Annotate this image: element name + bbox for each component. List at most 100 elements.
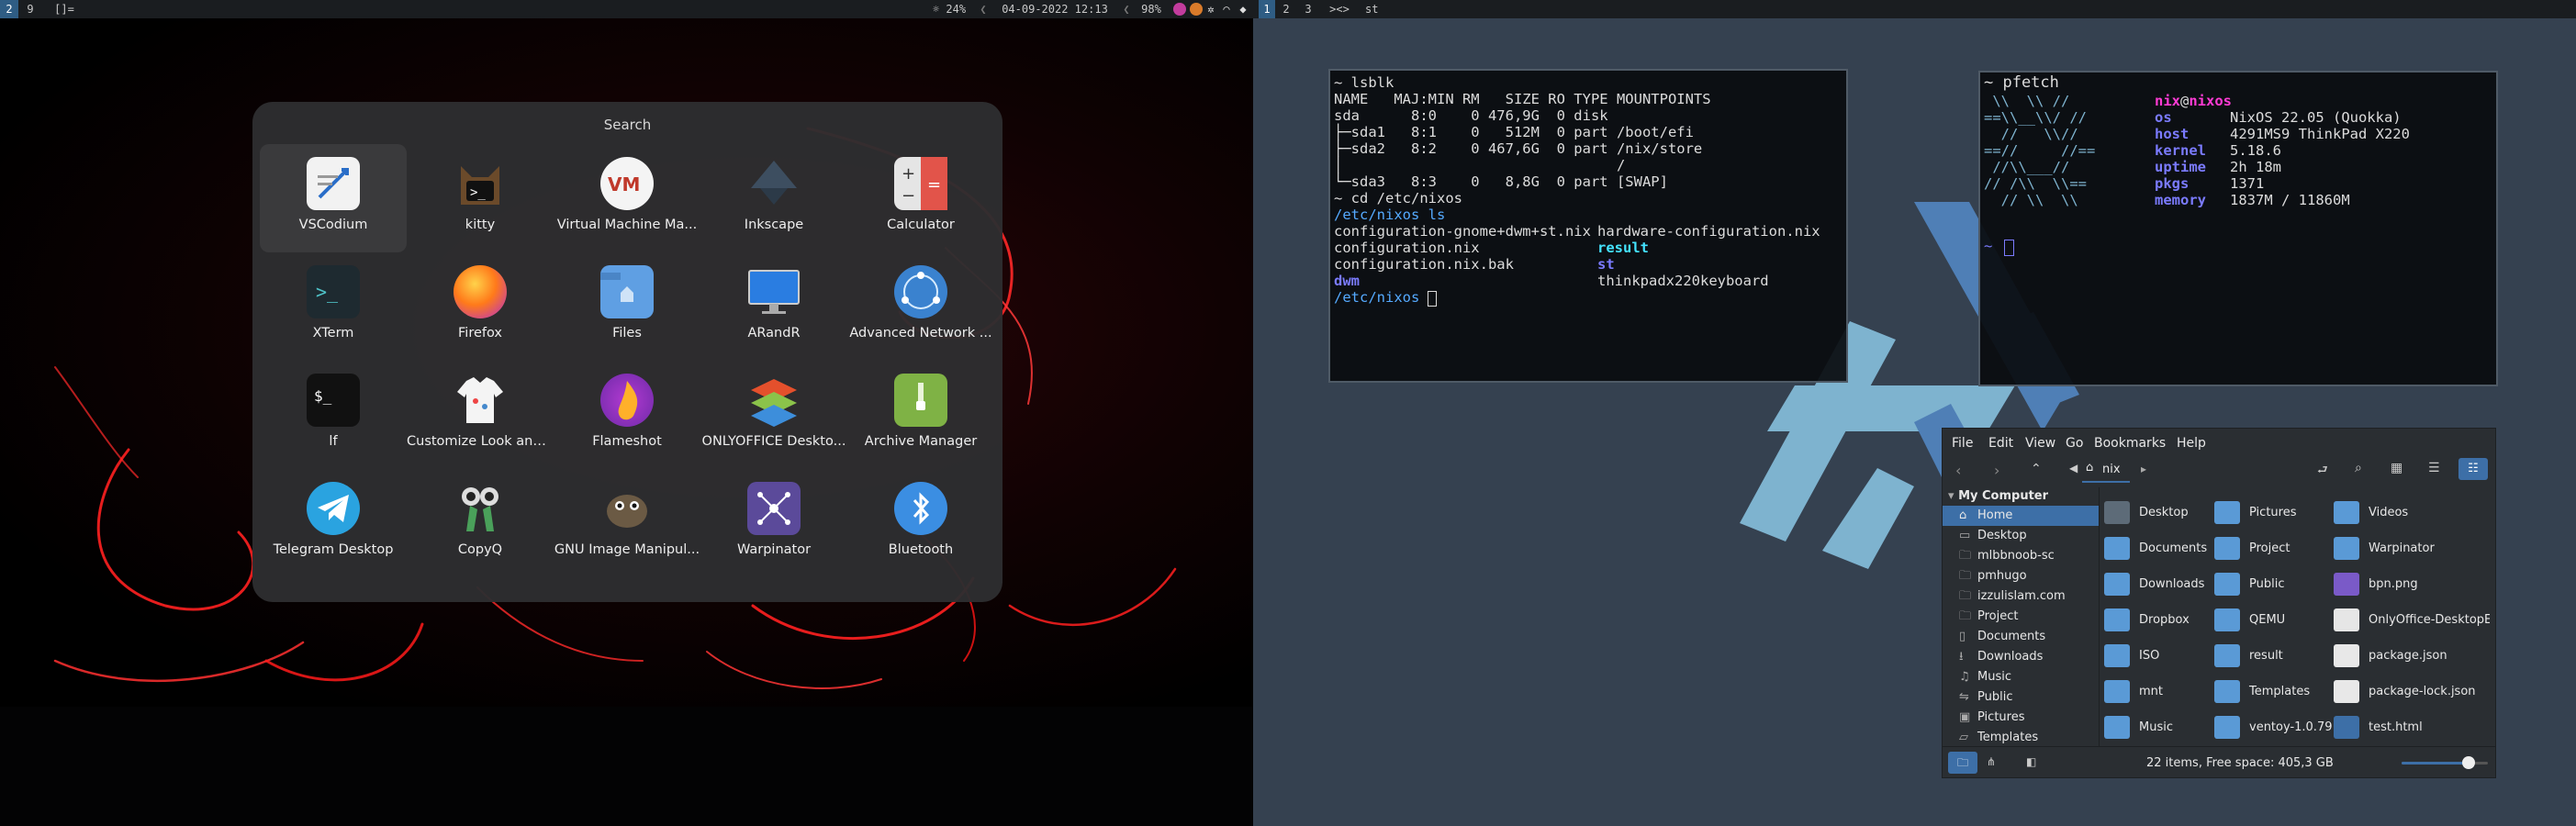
file-item[interactable]: Music: [2104, 711, 2214, 744]
app-lf[interactable]: $_ lf: [260, 361, 407, 469]
file-item[interactable]: QEMU: [2214, 604, 2334, 637]
file-item[interactable]: Dropbox: [2104, 604, 2214, 637]
forward-icon[interactable]: ›: [1994, 462, 1999, 479]
path-right-icon[interactable]: ▸: [2141, 463, 2146, 475]
app-vscodium[interactable]: VSCodium: [260, 144, 407, 252]
icon-view-icon[interactable]: ▦: [2391, 461, 2402, 475]
layout-indicator[interactable]: []=: [51, 0, 77, 18]
sidebar-item-mlbbnoob[interactable]: 🗀 mlbbnoob-sc: [1943, 546, 2099, 566]
app-flameshot[interactable]: Flameshot: [554, 361, 700, 469]
app-copyq[interactable]: CopyQ: [407, 469, 554, 577]
zoom-slider-track[interactable]: [2402, 756, 2488, 769]
app-virt-manager[interactable]: VM Virtual Machine Ma...: [554, 144, 700, 252]
file-item[interactable]: result: [2214, 640, 2334, 673]
file-manager-window[interactable]: File Edit View Go Bookmarks Help ‹ › ⌃ ◀…: [1942, 428, 2496, 778]
file-item[interactable]: Public: [2214, 568, 2334, 601]
flameshot-icon: [600, 374, 654, 427]
ls-entry: configuration.nix.bak: [1334, 256, 1514, 273]
show-tree-icon[interactable]: ⋔: [1987, 755, 1996, 768]
sidebar-item-templates[interactable]: ▱ Templates: [1943, 728, 2099, 746]
archive-icon: [894, 374, 947, 427]
term-line: ~ lsblk: [1334, 74, 1394, 91]
file-item[interactable]: ISO: [2104, 640, 2214, 673]
app-archive[interactable]: Archive Manager: [847, 361, 994, 469]
sidebar-item-public[interactable]: ⇋ Public: [1943, 687, 2099, 708]
app-files[interactable]: Files: [554, 252, 700, 361]
sidebar-item-music[interactable]: ♫ Music: [1943, 667, 2099, 687]
sidebar-item-downloads[interactable]: ⭳ Downloads: [1943, 647, 2099, 667]
tree-header[interactable]: ▾ My Computer: [1948, 489, 2048, 503]
terminal-pfetch[interactable]: ~ pfetch \\ \\ // ==\\__\\/ // // \\// =…: [1978, 71, 2498, 386]
file-item[interactable]: mnt: [2104, 675, 2214, 709]
file-item[interactable]: Downloads: [2104, 568, 2214, 601]
show-places-icon[interactable]: 🗀: [1948, 752, 1977, 774]
menu-help[interactable]: Help: [2177, 436, 2206, 451]
file-item[interactable]: Videos: [2334, 497, 2490, 530]
menu-file[interactable]: File: [1952, 436, 1973, 451]
app-telegram[interactable]: Telegram Desktop: [260, 469, 407, 577]
app-gimp[interactable]: GNU Image Manipul...: [554, 469, 700, 577]
tray-dropbox-icon[interactable]: ◆: [1236, 0, 1250, 18]
wifi-icon[interactable]: ◠: [1219, 0, 1234, 18]
file-item[interactable]: Documents: [2104, 532, 2214, 565]
menu-go[interactable]: Go: [2066, 436, 2083, 451]
tag-3[interactable]: 3: [1303, 0, 1314, 18]
app-xterm[interactable]: >_ XTerm: [260, 252, 407, 361]
menu-view[interactable]: View: [2025, 436, 2055, 451]
sidebar-item-project[interactable]: 🗀 Project: [1943, 607, 2099, 627]
tray-settings-icon[interactable]: ✲: [1204, 0, 1217, 18]
sidebar-item-pmhugo[interactable]: 🗀 pmhugo: [1943, 566, 2099, 586]
file-item[interactable]: package.json: [2334, 640, 2490, 673]
sidebar-item-desktop[interactable]: ▭ Desktop: [1943, 526, 2099, 546]
path-segment[interactable]: ⌂ nix: [2082, 459, 2130, 483]
tray-app-icon[interactable]: [1190, 3, 1203, 16]
sidebar-item-documents[interactable]: ▯ Documents: [1943, 627, 2099, 647]
tag-2[interactable]: 2: [0, 0, 18, 18]
sidebar-item-home[interactable]: ⌂ Home: [1943, 506, 2099, 526]
sidebar-label: Documents: [1977, 630, 2046, 643]
app-kitty[interactable]: >_ kitty: [407, 144, 554, 252]
path-left-icon[interactable]: ◀: [2069, 462, 2078, 474]
file-item[interactable]: Warpinator: [2334, 532, 2490, 565]
file-item[interactable]: Desktop: [2104, 497, 2214, 530]
file-item[interactable]: Project: [2214, 532, 2334, 565]
file-item[interactable]: Pictures: [2214, 497, 2334, 530]
tag-9[interactable]: 9: [22, 0, 39, 18]
folder-music-icon: [2104, 716, 2130, 739]
list-view-icon[interactable]: ☰: [2428, 461, 2440, 475]
sidebar-label: mlbbnoob-sc: [1977, 549, 2055, 563]
sidebar-item-izzulislam[interactable]: 🗀 izzulislam.com: [1943, 586, 2099, 607]
tray-app-icon[interactable]: [1173, 3, 1186, 16]
app-inkscape[interactable]: Inkscape: [700, 144, 847, 252]
sidebar-item-pictures[interactable]: ▣ Pictures: [1943, 708, 2099, 728]
app-arandr[interactable]: ARandR: [700, 252, 847, 361]
app-warpinator[interactable]: Warpinator: [700, 469, 847, 577]
file-item[interactable]: test.html: [2334, 711, 2490, 744]
up-icon[interactable]: ⌃: [2031, 462, 2042, 476]
app-network[interactable]: Advanced Network ...: [847, 252, 994, 361]
terminal-lsblk[interactable]: ~ lsblk NAME MAJ:MIN RM SIZE RO TYPE MOU…: [1328, 69, 1848, 383]
file-item[interactable]: Templates: [2214, 675, 2334, 709]
file-item[interactable]: bpn.png: [2334, 568, 2490, 601]
hide-sidebar-icon[interactable]: ◧: [2026, 755, 2036, 768]
app-calculator[interactable]: + − = Calculator: [847, 144, 994, 252]
app-customize[interactable]: Customize Look and...: [407, 361, 554, 469]
menu-edit[interactable]: Edit: [1988, 436, 2013, 451]
search-label[interactable]: Search: [252, 117, 1002, 133]
menu-bookmarks[interactable]: Bookmarks: [2094, 436, 2166, 451]
back-icon[interactable]: ‹: [1955, 462, 1961, 479]
tag-1[interactable]: 1: [1259, 0, 1275, 18]
app-firefox[interactable]: Firefox: [407, 252, 554, 361]
file-item[interactable]: OnlyOffice-DesktopEdito: [2334, 604, 2490, 637]
toggle-location-icon[interactable]: ⮐: [2317, 462, 2328, 482]
file-item[interactable]: package-lock.json: [2334, 675, 2490, 709]
app-onlyoffice[interactable]: ONLYOFFICE Deskto...: [700, 361, 847, 469]
zoom-slider-handle[interactable]: [2462, 756, 2476, 769]
search-icon[interactable]: ⌕: [2355, 461, 2362, 475]
layout-indicator[interactable]: ><>: [1327, 0, 1352, 18]
file-item[interactable]: ventoy-1.0.79: [2214, 711, 2334, 744]
compact-view-icon[interactable]: ☷: [2458, 458, 2488, 480]
app-bluetooth[interactable]: Bluetooth: [847, 469, 994, 577]
svg-text:>_: >_: [316, 281, 339, 303]
tag-2[interactable]: 2: [1281, 0, 1292, 18]
